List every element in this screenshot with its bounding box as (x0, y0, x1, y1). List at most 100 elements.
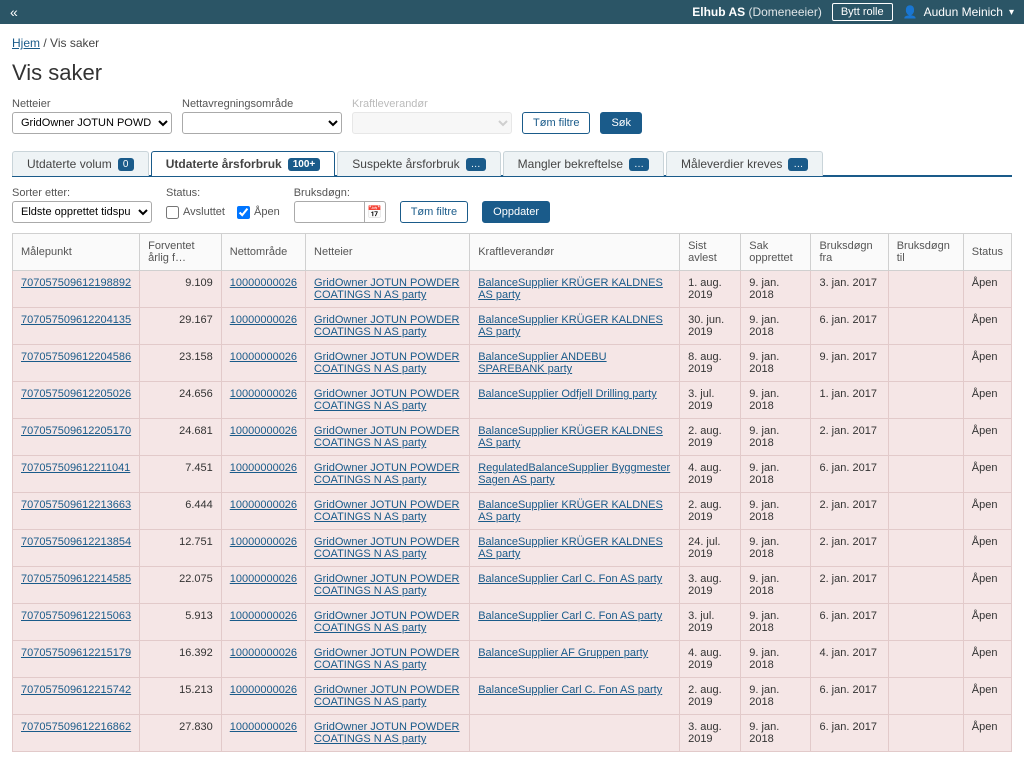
breadcrumb-home[interactable]: Hjem (12, 36, 40, 50)
nettomrade-link[interactable]: 10000000026 (230, 388, 297, 400)
column-header[interactable]: Bruksdøgn til (888, 234, 963, 271)
kraftleverandor-link[interactable]: BalanceSupplier KRÜGER KALDNES AS party (478, 499, 663, 523)
kraftleverandor-link[interactable]: BalanceSupplier KRÜGER KALDNES AS party (478, 536, 663, 560)
clear-filters-button[interactable]: Tøm filtre (522, 112, 590, 134)
kraftleverandor-link[interactable]: RegulatedBalanceSupplier Byggmester Sage… (478, 462, 670, 486)
malepunkt-link[interactable]: 707057509612211041 (21, 462, 130, 474)
bruksdogn-til-cell (888, 456, 963, 493)
column-header[interactable]: Status (963, 234, 1011, 271)
kraftleverandor-link[interactable]: BalanceSupplier Carl C. Fon AS party (478, 610, 662, 622)
nettomrade-link[interactable]: 10000000026 (230, 573, 297, 585)
table-row: 7070575096122136636.44410000000026GridOw… (13, 493, 1012, 530)
tabs: Utdaterte volum 0 Utdaterte årsforbruk 1… (12, 150, 1012, 177)
nettomrade-link[interactable]: 10000000026 (230, 721, 297, 733)
subfilter-clear-button[interactable]: Tøm filtre (400, 201, 468, 223)
bruksdogn-input[interactable] (294, 201, 364, 223)
malepunkt-link[interactable]: 707057509612205170 (21, 425, 131, 437)
netteier-link[interactable]: GridOwner JOTUN POWDER COATINGS N AS par… (314, 462, 459, 486)
kraftleverandor-link[interactable]: BalanceSupplier Odfjell Drilling party (478, 388, 657, 400)
nettomrade-link[interactable]: 10000000026 (230, 499, 297, 511)
bruksdogn-fra-cell: 6. jan. 2017 (811, 456, 888, 493)
column-header[interactable]: Nettområde (221, 234, 305, 271)
kraftleverandor-link[interactable]: BalanceSupplier KRÜGER KALDNES AS party (478, 277, 663, 301)
checkbox-avsluttet[interactable]: Avsluttet (166, 206, 225, 219)
calendar-icon[interactable]: 📅 (364, 201, 386, 223)
update-button[interactable]: Oppdater (482, 201, 550, 223)
table-row: 70705750961220458623.15810000000026GridO… (13, 345, 1012, 382)
malepunkt-link[interactable]: 707057509612215063 (21, 610, 131, 622)
collapse-icon[interactable]: « (10, 4, 18, 20)
tab-suspekte-arsforbruk[interactable]: Suspekte årsforbruk … (337, 151, 500, 176)
netteier-select[interactable]: GridOwner JOTUN POWDER COA (12, 112, 172, 134)
nettomrade-link[interactable]: 10000000026 (230, 684, 297, 696)
netteier-link[interactable]: GridOwner JOTUN POWDER COATINGS N AS par… (314, 425, 459, 449)
nettomrade-link[interactable]: 10000000026 (230, 462, 297, 474)
breadcrumb: Hjem / Vis saker (12, 32, 1012, 60)
forventet-cell: 5.913 (140, 604, 222, 641)
malepunkt-link[interactable]: 707057509612213854 (21, 536, 131, 548)
malepunkt-link[interactable]: 707057509612215742 (21, 684, 131, 696)
column-header[interactable]: Målepunkt (13, 234, 140, 271)
tab-utdaterte-arsforbruk[interactable]: Utdaterte årsforbruk 100+ (151, 151, 336, 176)
nettomrade-link[interactable]: 10000000026 (230, 647, 297, 659)
table-row: 70705750961221517916.39210000000026GridO… (13, 641, 1012, 678)
nettomrade-link[interactable]: 10000000026 (230, 425, 297, 437)
column-header[interactable]: Sak opprettet (741, 234, 811, 271)
tab-utdaterte-volum[interactable]: Utdaterte volum 0 (12, 151, 149, 176)
malepunkt-link[interactable]: 707057509612198892 (21, 277, 131, 289)
column-header[interactable]: Netteier (306, 234, 470, 271)
bruksdogn-til-cell (888, 271, 963, 308)
malepunkt-link[interactable]: 707057509612216862 (21, 721, 131, 733)
forventet-cell: 24.681 (140, 419, 222, 456)
netteier-link[interactable]: GridOwner JOTUN POWDER COATINGS N AS par… (314, 314, 459, 338)
netteier-link[interactable]: GridOwner JOTUN POWDER COATINGS N AS par… (314, 277, 459, 301)
netteier-link[interactable]: GridOwner JOTUN POWDER COATINGS N AS par… (314, 499, 459, 523)
malepunkt-link[interactable]: 707057509612214585 (21, 573, 131, 585)
netteier-link[interactable]: GridOwner JOTUN POWDER COATINGS N AS par… (314, 610, 459, 634)
kraftleverandor-link[interactable]: BalanceSupplier KRÜGER KALDNES AS party (478, 425, 663, 449)
status-cell: Åpen (963, 271, 1011, 308)
search-button[interactable]: Søk (600, 112, 642, 134)
column-header[interactable]: Forventet årlig f… (140, 234, 222, 271)
bruksdogn-til-cell (888, 604, 963, 641)
sort-select[interactable]: Eldste opprettet tidspunkt (12, 201, 152, 223)
netteier-link[interactable]: GridOwner JOTUN POWDER COATINGS N AS par… (314, 351, 459, 375)
kraftleverandor-link[interactable]: BalanceSupplier AF Gruppen party (478, 647, 648, 659)
netteier-link[interactable]: GridOwner JOTUN POWDER COATINGS N AS par… (314, 647, 459, 671)
kraftleverandor-link[interactable]: BalanceSupplier Carl C. Fon AS party (478, 573, 662, 585)
column-header[interactable]: Bruksdøgn fra (811, 234, 888, 271)
bruksdogn-fra-cell: 6. jan. 2017 (811, 308, 888, 345)
netteier-link[interactable]: GridOwner JOTUN POWDER COATINGS N AS par… (314, 573, 459, 597)
tab-maleverdier-kreves[interactable]: Måleverdier kreves … (666, 151, 823, 176)
netteier-link[interactable]: GridOwner JOTUN POWDER COATINGS N AS par… (314, 388, 459, 412)
checkbox-apen[interactable]: Åpen (237, 206, 280, 219)
kraftleverandor-link[interactable]: BalanceSupplier KRÜGER KALDNES AS party (478, 314, 663, 338)
nettomrade-link[interactable]: 10000000026 (230, 351, 297, 363)
netteier-link[interactable]: GridOwner JOTUN POWDER COATINGS N AS par… (314, 721, 459, 745)
malepunkt-link[interactable]: 707057509612215179 (21, 647, 131, 659)
tab-mangler-bekreftelse[interactable]: Mangler bekreftelse … (503, 151, 664, 176)
nettomrade-link[interactable]: 10000000026 (230, 536, 297, 548)
malepunkt-link[interactable]: 707057509612213663 (21, 499, 131, 511)
switch-role-button[interactable]: Bytt rolle (832, 3, 893, 21)
table-row: 70705750961221385412.75110000000026GridO… (13, 530, 1012, 567)
column-header[interactable]: Sist avlest (680, 234, 741, 271)
nettomrade-link[interactable]: 10000000026 (230, 314, 297, 326)
nettavregning-select[interactable] (182, 112, 342, 134)
nettomrade-link[interactable]: 10000000026 (230, 277, 297, 289)
netteier-link[interactable]: GridOwner JOTUN POWDER COATINGS N AS par… (314, 684, 459, 708)
kraftleverandor-link[interactable]: BalanceSupplier ANDEBU SPAREBANK party (478, 351, 606, 375)
netteier-link[interactable]: GridOwner JOTUN POWDER COATINGS N AS par… (314, 536, 459, 560)
tab-badge: 100+ (288, 158, 321, 171)
avsluttet-checkbox[interactable] (166, 206, 179, 219)
user-menu[interactable]: 👤 Audun Meinich ▾ (903, 5, 1014, 19)
kraftleverandor-link[interactable]: BalanceSupplier Carl C. Fon AS party (478, 684, 662, 696)
malepunkt-link[interactable]: 707057509612205026 (21, 388, 131, 400)
column-header[interactable]: Kraftleverandør (470, 234, 680, 271)
nettomrade-link[interactable]: 10000000026 (230, 610, 297, 622)
bruksdogn-til-cell (888, 715, 963, 752)
malepunkt-link[interactable]: 707057509612204135 (21, 314, 131, 326)
apen-checkbox[interactable] (237, 206, 250, 219)
top-filter-row: Netteier GridOwner JOTUN POWDER COA Nett… (12, 98, 1012, 134)
malepunkt-link[interactable]: 707057509612204586 (21, 351, 131, 363)
